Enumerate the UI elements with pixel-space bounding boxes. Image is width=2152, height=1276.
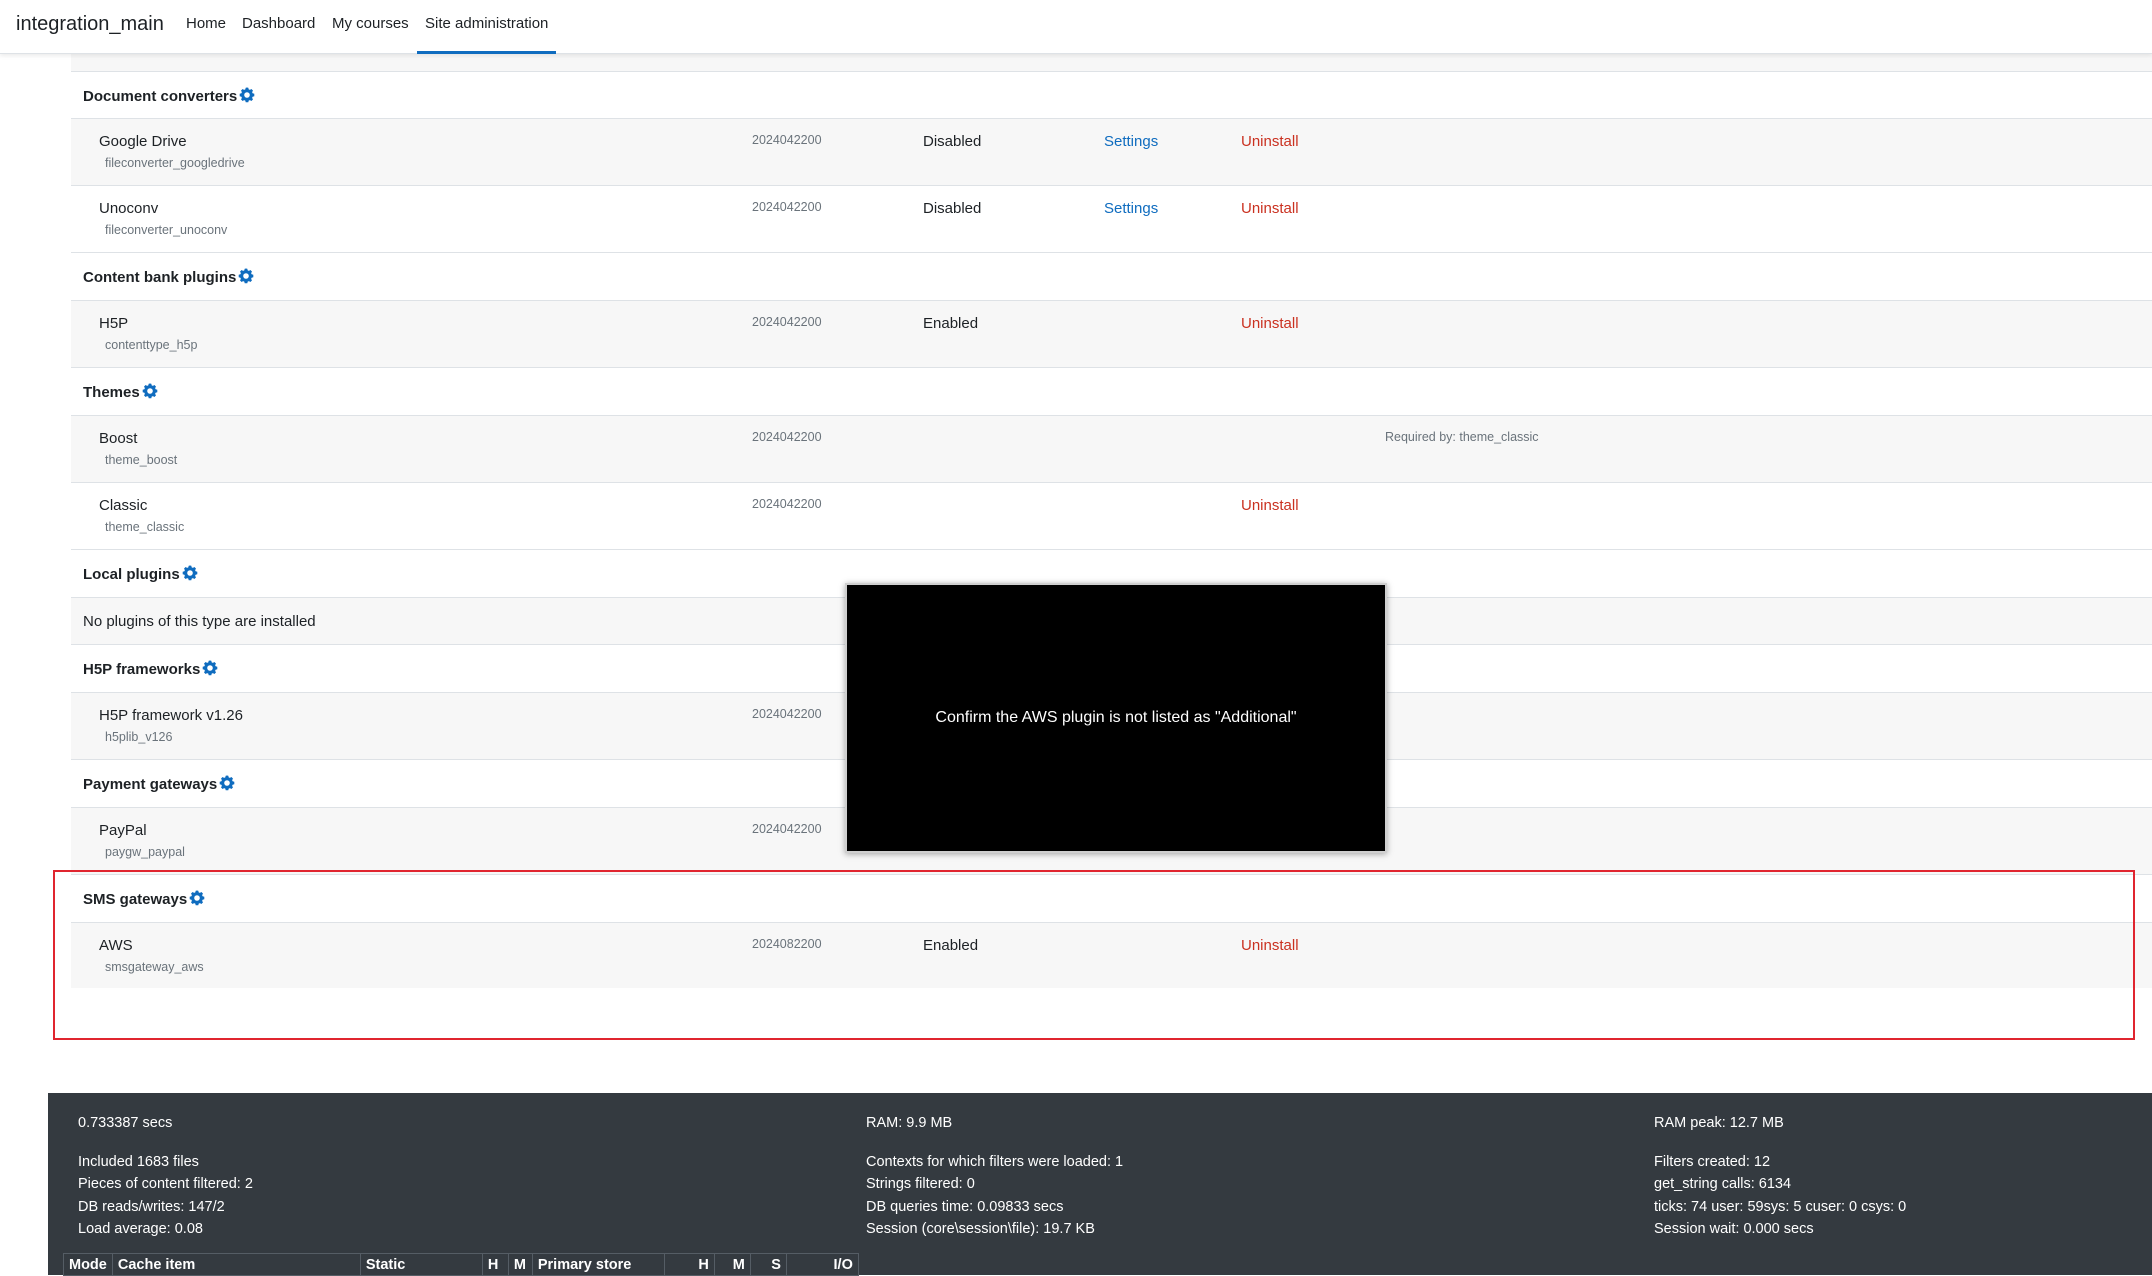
footer-ticks: ticks: 74 user: 59sys: 5 cuser: 0 csys: … xyxy=(1654,1198,1907,1215)
plugin-component: fileconverter_unoconv xyxy=(105,223,228,237)
plugin-version: 2024042200 xyxy=(752,430,822,444)
section-title: Payment gateways xyxy=(83,776,218,793)
plugin-name: Google Drive xyxy=(99,133,187,150)
footer-rampeak: RAM peak: 12.7 MB xyxy=(1654,1115,1784,1131)
empty-message: No plugins of this type are installed xyxy=(83,613,316,630)
plugin-component: h5plib_v126 xyxy=(105,730,173,744)
plugin-row-boost: Boost theme_boost 2024042200 Required by… xyxy=(71,416,2152,483)
plugin-status: Enabled xyxy=(923,315,979,332)
footer-col-3: RAM peak: 12.7 MB Filters created: 12 ge… xyxy=(1654,1112,1906,1241)
uninstall-link[interactable]: Uninstall xyxy=(1241,497,1299,514)
plugin-name: H5P xyxy=(99,315,129,332)
cache-col-m2: M xyxy=(713,1253,751,1276)
plugin-name: Boost xyxy=(99,430,138,447)
top-navbar: integration_main Home Dashboard My cours… xyxy=(0,0,2152,54)
cache-col-static: Static xyxy=(359,1253,483,1276)
footer-load: Load average: 0.08 xyxy=(78,1221,203,1237)
uninstall-link[interactable]: Uninstall xyxy=(1241,200,1299,217)
section-title: H5P frameworks xyxy=(83,661,201,678)
gear-icon[interactable] xyxy=(202,660,218,676)
plugin-component: paygw_paypal xyxy=(105,845,185,859)
footer-ram: RAM: 9.9 MB xyxy=(866,1115,953,1131)
table-row xyxy=(71,54,2152,72)
footer-session: Session (core\session\file): 19.7 KB xyxy=(866,1221,1095,1237)
footer-dbtime: DB queries time: 0.09833 secs xyxy=(866,1198,1064,1215)
plugin-version: 2024042200 xyxy=(752,497,822,511)
plugin-version: 2024042200 xyxy=(752,200,822,214)
uninstall-link[interactable]: Uninstall xyxy=(1241,133,1299,150)
plugin-name: Unoconv xyxy=(99,200,159,217)
footer-getstring: get_string calls: 6134 xyxy=(1654,1176,1792,1192)
gear-icon[interactable] xyxy=(182,565,198,581)
cache-col-io: I/O xyxy=(785,1253,859,1276)
footer-db: DB reads/writes: 147/2 xyxy=(78,1198,225,1215)
plugin-row-h5p: H5P contenttype_h5p 2024042200 Enabled U… xyxy=(71,301,2152,368)
site-brand[interactable]: integration_main xyxy=(16,13,164,36)
plugin-name: Classic xyxy=(99,497,148,514)
cache-table: Mode Cache item Static H M Primary store… xyxy=(63,1253,859,1276)
nav-active-indicator xyxy=(417,51,556,54)
cache-col-h2: H xyxy=(663,1253,715,1276)
gear-icon[interactable] xyxy=(142,383,158,399)
plugin-component: fileconverter_googledrive xyxy=(105,156,245,170)
cache-col-item: Cache item xyxy=(111,1253,361,1276)
footer-files: Included 1683 files xyxy=(78,1153,199,1170)
plugin-status: Disabled xyxy=(923,200,982,217)
instruction-overlay: Confirm the AWS plugin is not listed as … xyxy=(845,583,1387,853)
plugin-row-unoconv: Unoconv fileconverter_unoconv 2024042200… xyxy=(71,186,2152,253)
settings-link[interactable]: Settings xyxy=(1104,200,1158,217)
plugin-name: PayPal xyxy=(99,822,147,839)
plugin-status: Disabled xyxy=(923,133,982,150)
section-title: Themes xyxy=(83,384,140,401)
gear-icon[interactable] xyxy=(219,775,235,791)
plugin-version: 2024042200 xyxy=(752,822,822,836)
nav-site-administration[interactable]: Site administration xyxy=(425,15,548,32)
nav-home[interactable]: Home xyxy=(186,15,226,32)
cache-col-s: S xyxy=(749,1253,787,1276)
plugin-component: contenttype_h5p xyxy=(105,338,198,352)
footer-filtered: Pieces of content filtered: 2 xyxy=(78,1176,253,1192)
plugin-version: 2024042200 xyxy=(752,315,822,329)
cache-col-primary-store: Primary store xyxy=(531,1253,665,1276)
overlay-text: Confirm the AWS plugin is not listed as … xyxy=(935,709,1297,726)
footer-col-2: RAM: 9.9 MB Contexts for which filters w… xyxy=(866,1112,1123,1241)
section-header-document-converters: Document converters xyxy=(71,72,2152,119)
section-header-themes: Themes xyxy=(71,368,2152,416)
footer-sessionwait: Session wait: 0.000 secs xyxy=(1654,1221,1814,1237)
gear-icon[interactable] xyxy=(238,268,254,284)
cache-col-m: M xyxy=(507,1253,533,1276)
footer-filters: Filters created: 12 xyxy=(1654,1153,1771,1170)
settings-link[interactable]: Settings xyxy=(1104,133,1158,150)
section-title: Document converters xyxy=(83,88,238,105)
footer-col-1: 0.733387 secs Included 1683 files Pieces… xyxy=(78,1112,253,1241)
section-header-content-bank: Content bank plugins xyxy=(71,253,2152,301)
nav-my-courses[interactable]: My courses xyxy=(332,15,409,32)
uninstall-link[interactable]: Uninstall xyxy=(1241,315,1299,332)
cache-col-h: H xyxy=(481,1253,509,1276)
footer-strings: Strings filtered: 0 xyxy=(866,1176,975,1192)
cache-col-mode: Mode xyxy=(63,1253,113,1276)
gear-icon[interactable] xyxy=(239,87,255,103)
plugin-version: 2024042200 xyxy=(752,707,822,721)
nav-dashboard[interactable]: Dashboard xyxy=(242,15,315,32)
performance-footer: 0.733387 secs Included 1683 files Pieces… xyxy=(48,1093,2152,1276)
plugin-version: 2024042200 xyxy=(752,133,822,147)
plugin-row-classic: Classic theme_classic 2024042200 Uninsta… xyxy=(71,483,2152,550)
section-title: Content bank plugins xyxy=(83,269,237,286)
section-title: Local plugins xyxy=(83,566,180,583)
plugin-name: H5P framework v1.26 xyxy=(99,707,243,724)
footer-time: 0.733387 secs xyxy=(78,1115,173,1131)
plugin-notes: Required by: theme_classic xyxy=(1385,430,1539,444)
highlight-box xyxy=(53,870,2135,1040)
plugin-component: theme_boost xyxy=(105,453,178,467)
footer-contexts: Contexts for which filters were loaded: … xyxy=(866,1153,1124,1170)
plugin-row-googledrive: Google Drive fileconverter_googledrive 2… xyxy=(71,119,2152,186)
plugin-component: theme_classic xyxy=(105,520,185,534)
